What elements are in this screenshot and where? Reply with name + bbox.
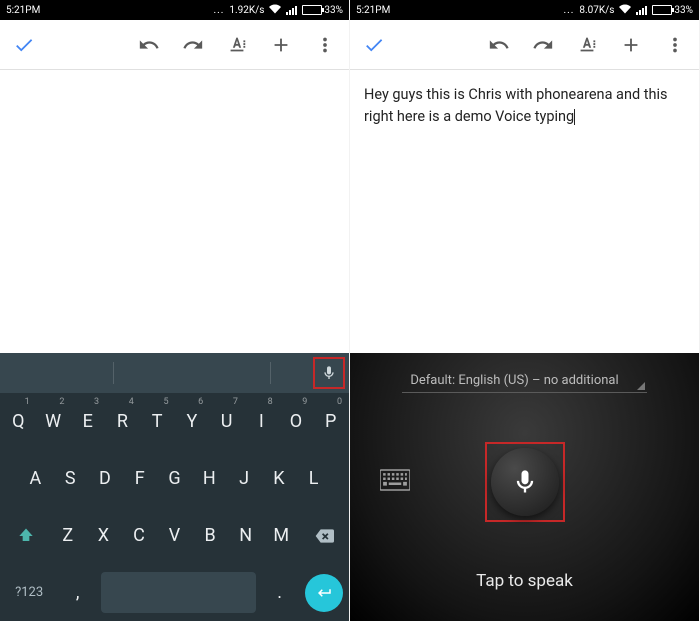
pane-right: 5:21PM ... 8.07K/s 33% — [350, 0, 700, 621]
redo-button[interactable] — [529, 31, 557, 59]
status-bar: 5:21PM ... 1.92K/s 33% — [0, 0, 349, 20]
key-H[interactable]: H — [193, 452, 226, 505]
key-C[interactable]: C — [122, 509, 156, 562]
status-right: ... 1.92K/s 33% — [213, 3, 343, 18]
key-U[interactable]: U7 — [210, 395, 243, 448]
document-text: Hey guys this is Chris with phonearena a… — [364, 86, 667, 125]
key-F[interactable]: F — [123, 452, 156, 505]
key-A[interactable]: A — [19, 452, 52, 505]
enter-key[interactable] — [305, 574, 343, 612]
insert-button[interactable] — [617, 31, 645, 59]
key-V[interactable]: V — [158, 509, 192, 562]
status-bar: 5:21PM ... 8.07K/s 33% — [350, 0, 699, 20]
key-X[interactable]: X — [87, 509, 121, 562]
battery-icon: 33% — [652, 5, 693, 16]
symbols-key[interactable]: ?123 — [2, 566, 56, 619]
redo-button[interactable] — [179, 31, 207, 59]
key-T[interactable]: T5 — [141, 395, 174, 448]
undo-button[interactable] — [485, 31, 513, 59]
key-O[interactable]: O9 — [280, 395, 313, 448]
done-button[interactable] — [360, 31, 388, 59]
more-dots-icon: ... — [213, 5, 224, 16]
key-I[interactable]: I8 — [245, 395, 278, 448]
shift-key[interactable] — [2, 509, 49, 562]
key-P[interactable]: P0 — [314, 395, 347, 448]
editor-toolbar — [0, 20, 349, 70]
undo-button[interactable] — [135, 31, 163, 59]
document-body[interactable] — [0, 70, 349, 353]
key-Y[interactable]: Y6 — [176, 395, 209, 448]
text-cursor — [574, 109, 575, 125]
kb-row-1: Q1W2E3R4T5Y6U7I8O9P0 — [0, 393, 349, 450]
key-Q[interactable]: Q1 — [2, 395, 35, 448]
mic-button-highlight — [485, 442, 565, 522]
wifi-icon — [619, 3, 631, 18]
voice-language-select[interactable]: Default: English (US) – no additional — [402, 371, 646, 393]
status-time: 5:21PM — [356, 5, 390, 16]
signal-icon — [286, 5, 297, 15]
suggestion-strip — [0, 353, 349, 393]
comma-key[interactable]: , — [58, 566, 97, 619]
overflow-menu-button[interactable] — [311, 31, 339, 59]
more-dots-icon: ... — [563, 5, 574, 16]
key-M[interactable]: M — [264, 509, 298, 562]
period-key[interactable]: . — [260, 566, 299, 619]
key-L[interactable]: L — [297, 452, 330, 505]
key-S[interactable]: S — [54, 452, 87, 505]
wifi-icon — [269, 3, 281, 18]
mic-button-highlight[interactable] — [313, 357, 345, 389]
voice-typing-panel: Default: English (US) – no additional Ta… — [350, 353, 699, 621]
status-net: 8.07K/s — [579, 5, 614, 16]
voice-mic-button[interactable] — [491, 448, 559, 516]
status-time: 5:21PM — [6, 5, 40, 16]
kb-row-2: ASDFGHJKL — [0, 450, 349, 507]
backspace-key[interactable] — [300, 509, 347, 562]
battery-pct: 33% — [674, 5, 693, 16]
key-B[interactable]: B — [193, 509, 227, 562]
overflow-menu-button[interactable] — [661, 31, 689, 59]
signal-icon — [636, 5, 647, 15]
battery-icon: 33% — [302, 5, 343, 16]
space-key[interactable] — [101, 572, 256, 613]
key-W[interactable]: W2 — [37, 395, 70, 448]
format-text-button[interactable] — [223, 31, 251, 59]
document-body[interactable]: Hey guys this is Chris with phonearena a… — [350, 70, 699, 353]
tap-to-speak-label: Tap to speak — [476, 571, 573, 621]
format-text-button[interactable] — [573, 31, 601, 59]
key-K[interactable]: K — [262, 452, 295, 505]
status-net: 1.92K/s — [229, 5, 264, 16]
editor-toolbar — [350, 20, 699, 70]
key-D[interactable]: D — [89, 452, 122, 505]
key-R[interactable]: R4 — [106, 395, 139, 448]
key-Z[interactable]: Z — [51, 509, 85, 562]
keyboard-toggle-icon[interactable] — [380, 469, 410, 495]
insert-button[interactable] — [267, 31, 295, 59]
on-screen-keyboard: Q1W2E3R4T5Y6U7I8O9P0 ASDFGHJKL ZXCVBNM ?… — [0, 353, 349, 621]
key-E[interactable]: E3 — [71, 395, 104, 448]
pane-left: 5:21PM ... 1.92K/s 33% — [0, 0, 350, 621]
battery-pct: 33% — [324, 5, 343, 16]
key-J[interactable]: J — [228, 452, 261, 505]
status-right: ... 8.07K/s 33% — [563, 3, 693, 18]
key-N[interactable]: N — [229, 509, 263, 562]
done-button[interactable] — [10, 31, 38, 59]
kb-row-4: ?123 , . — [0, 564, 349, 621]
kb-row-3: ZXCVBNM — [0, 507, 349, 564]
key-G[interactable]: G — [158, 452, 191, 505]
